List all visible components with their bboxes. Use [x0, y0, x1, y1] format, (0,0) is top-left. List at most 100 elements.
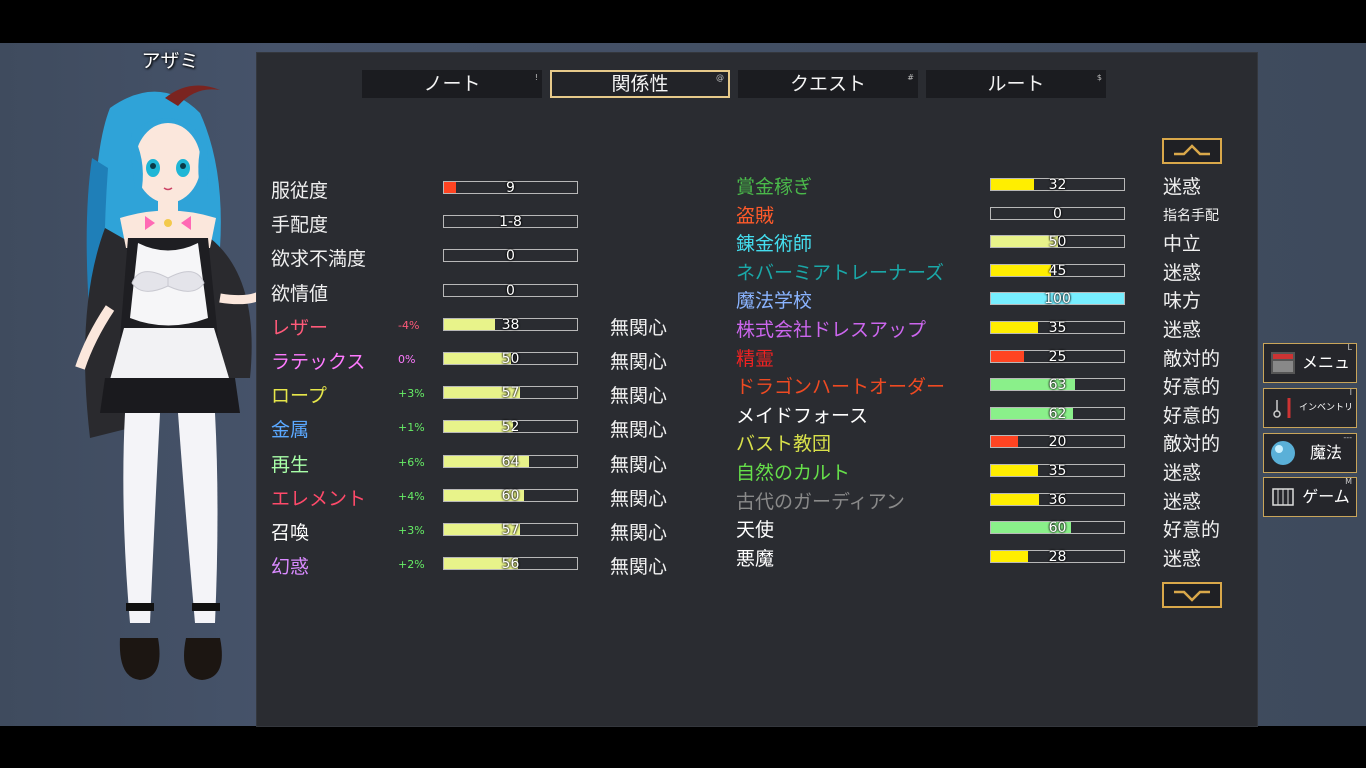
fetish-label: エレメント	[271, 488, 367, 510]
fetish-bar-value: 38	[501, 317, 520, 333]
fetish-label: ロープ	[271, 385, 327, 407]
tab-relationships-hotkey: @	[716, 73, 724, 82]
faction-label: 精霊	[736, 348, 775, 370]
fetish-status: 無関心	[610, 454, 668, 476]
stat-bar-value: 0	[506, 248, 515, 264]
tab-relationships-label: 関係性	[611, 73, 669, 95]
faction-status: 指名手配	[1163, 208, 1219, 224]
faction-bar: 35	[990, 320, 1125, 336]
faction-bar: 45	[990, 263, 1125, 279]
fetish-bar: 38	[443, 317, 578, 333]
faction-bar-value: 36	[1048, 492, 1067, 508]
fetish-status: 無関心	[610, 419, 668, 441]
fetish-label: 金属	[271, 419, 310, 441]
faction-status: 好意的	[1163, 519, 1221, 541]
faction-bar: 60	[990, 520, 1125, 536]
magic-orb-icon	[1271, 441, 1295, 465]
tab-notes-label: ノート	[423, 73, 481, 95]
tab-route-label: ルート	[987, 73, 1045, 95]
faction-bar-value: 62	[1048, 406, 1067, 422]
fetish-bar: 57	[443, 522, 578, 538]
stat-bar-value: 1-8	[499, 214, 522, 230]
fetish-label: ラテックス	[271, 351, 366, 373]
tab-quests[interactable]: クエスト #	[738, 70, 918, 98]
faction-bar-value: 32	[1048, 177, 1067, 193]
side-menu-hotkey: L	[1347, 343, 1352, 352]
faction-bar: 36	[990, 492, 1125, 508]
side-menu-button[interactable]: メニュー L	[1263, 343, 1357, 410]
fetish-status: 無関心	[610, 556, 668, 578]
faction-bar: 62	[990, 406, 1125, 422]
stat-bar: 9	[443, 180, 578, 196]
side-inventory-label: インベントリ	[1298, 403, 1353, 413]
character-portrait	[75, 85, 260, 680]
faction-label: 自然のカルト	[736, 462, 851, 484]
faction-label: バスト教団	[736, 433, 832, 455]
fetish-label: 召喚	[271, 522, 310, 544]
stat-label: 欲求不満度	[271, 248, 367, 270]
fetish-modifier: +3%	[398, 387, 425, 400]
faction-status: 中立	[1163, 233, 1202, 255]
side-game-button[interactable]: ゲーム M	[1263, 477, 1357, 517]
fetish-modifier: +6%	[398, 456, 425, 469]
fetish-status: 無関心	[610, 385, 668, 407]
faction-bar: 35	[990, 463, 1125, 479]
fetish-modifier: +3%	[398, 524, 425, 537]
fetish-modifier: 0%	[398, 353, 416, 366]
tab-notes-hotkey: !	[534, 73, 538, 82]
faction-status: 迷惑	[1163, 491, 1202, 513]
tab-route[interactable]: ルート $	[926, 70, 1106, 98]
faction-bar-value: 0	[1053, 206, 1062, 222]
faction-bar-value: 45	[1048, 263, 1067, 279]
stat-bar: 0	[443, 283, 578, 299]
faction-bar: 50	[990, 234, 1125, 250]
faction-bar: 25	[990, 349, 1125, 365]
fetish-status: 無関心	[610, 522, 668, 544]
game-gate-icon	[1272, 488, 1294, 506]
faction-bar-value: 35	[1048, 320, 1067, 336]
faction-status: 迷惑	[1163, 462, 1202, 484]
fetish-label: レザー	[271, 317, 329, 339]
tab-notes[interactable]: ノート !	[362, 70, 542, 98]
faction-status: 迷惑	[1163, 176, 1202, 198]
stat-bar-value: 9	[506, 180, 515, 196]
faction-label: 悪魔	[736, 548, 775, 570]
side-inventory-button[interactable]: インベントリ I	[1263, 388, 1357, 428]
faction-bar: 28	[990, 549, 1125, 565]
fetish-label: 幻惑	[271, 556, 310, 578]
fetish-bar: 64	[443, 454, 578, 470]
faction-label: メイドフォース	[736, 405, 869, 427]
chevron-down-icon	[1174, 590, 1210, 602]
fetish-bar: 56	[443, 556, 578, 572]
faction-status: 迷惑	[1163, 319, 1202, 341]
fetish-bar-value: 57	[501, 385, 520, 401]
faction-label: 株式会社ドレスアップ	[736, 319, 927, 341]
fetish-bar: 57	[443, 385, 578, 401]
faction-status: 好意的	[1163, 376, 1221, 398]
tab-quests-hotkey: #	[907, 73, 914, 82]
fetish-bar: 52	[443, 419, 578, 435]
side-game-hotkey: M	[1345, 477, 1352, 486]
stat-label: 欲情値	[271, 283, 329, 305]
faction-label: 盗賊	[736, 205, 775, 227]
faction-label: 賞金稼ぎ	[736, 176, 813, 198]
fetish-bar-value: 57	[501, 522, 520, 538]
faction-label: 古代のガーディアン	[736, 491, 905, 513]
tab-route-hotkey: $	[1096, 73, 1102, 82]
faction-bar-value: 63	[1048, 377, 1067, 393]
menu-book-icon	[1271, 352, 1295, 374]
faction-label: 天使	[736, 519, 775, 541]
scroll-up-button[interactable]	[1162, 138, 1222, 164]
faction-status: 味方	[1163, 290, 1202, 312]
faction-label: 魔法学校	[736, 290, 813, 312]
side-magic-button[interactable]: 魔法 ---	[1263, 433, 1357, 473]
faction-bar: 100	[990, 291, 1125, 307]
faction-bar-value: 35	[1048, 463, 1067, 479]
faction-bar-value: 20	[1048, 434, 1067, 450]
faction-bar: 63	[990, 377, 1125, 393]
scroll-down-button[interactable]	[1162, 582, 1222, 608]
tab-relationships[interactable]: 関係性 @	[550, 70, 730, 98]
faction-bar-value: 25	[1048, 349, 1067, 365]
fetish-bar-value: 60	[501, 488, 520, 504]
faction-label: ドラゴンハートオーダー	[736, 376, 946, 398]
